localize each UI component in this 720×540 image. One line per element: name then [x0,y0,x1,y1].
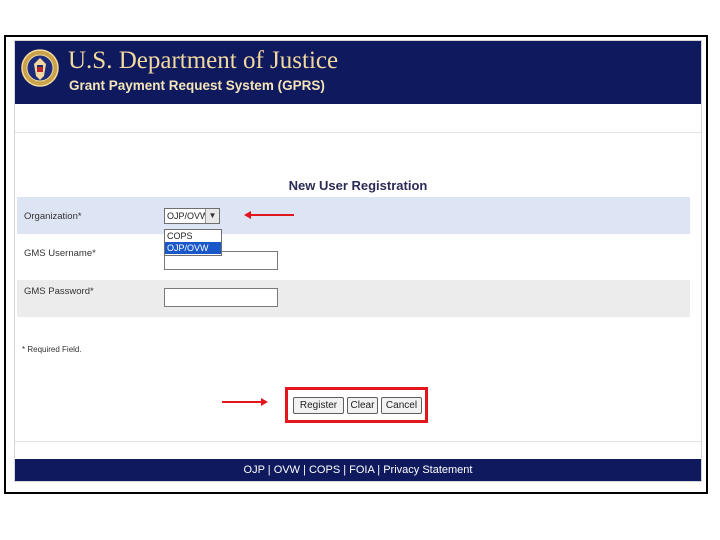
organization-option-ojp-ovw[interactable]: OJP/OVW [165,242,221,254]
divider-bottom [15,441,701,442]
clear-button[interactable]: Clear [347,397,378,414]
organization-select-value: OJP/OVW [167,211,209,221]
footer-link-ojp[interactable]: OJP [244,464,265,476]
divider [15,132,701,133]
footer-link-foia[interactable]: FOIA [349,464,374,476]
footer-link-privacy-statement[interactable]: Privacy Statement [383,464,472,476]
cancel-button[interactable]: Cancel [381,397,422,414]
annotation-arrow-organization [244,211,294,219]
organization-label: Organization* [24,211,82,222]
chevron-down-icon[interactable]: ▼ [205,209,219,223]
organization-row: Organization* [17,197,690,234]
gms-username-row: GMS Username* [17,238,690,275]
organization-option-cops[interactable]: COPS [165,230,221,242]
form-title: New User Registration [288,178,428,193]
gms-password-row: GMS Password* [17,280,690,317]
footer-link-cops[interactable]: COPS [309,464,340,476]
page-title: U.S. Department of Justice [68,47,339,74]
annotation-arrow-buttons [222,398,268,406]
gms-username-label: GMS Username* [24,248,96,259]
organization-dropdown-list: COPS OJP/OVW [164,229,222,256]
footer-link-ovw[interactable]: OVW [274,464,300,476]
page-header: U.S. Department of Justice Grant Payment… [15,41,701,104]
register-button[interactable]: Register [293,397,344,414]
gms-password-label: GMS Password* [24,286,94,297]
gms-password-input[interactable] [164,288,278,307]
page-footer: OJP | OVW | COPS | FOIA | Privacy Statem… [15,459,701,481]
doj-seal-icon [21,49,59,87]
page-subtitle: Grant Payment Request System (GPRS) [69,78,325,93]
organization-select[interactable]: OJP/OVW ▼ [164,208,220,224]
required-field-note: * Required Field. [22,345,82,354]
